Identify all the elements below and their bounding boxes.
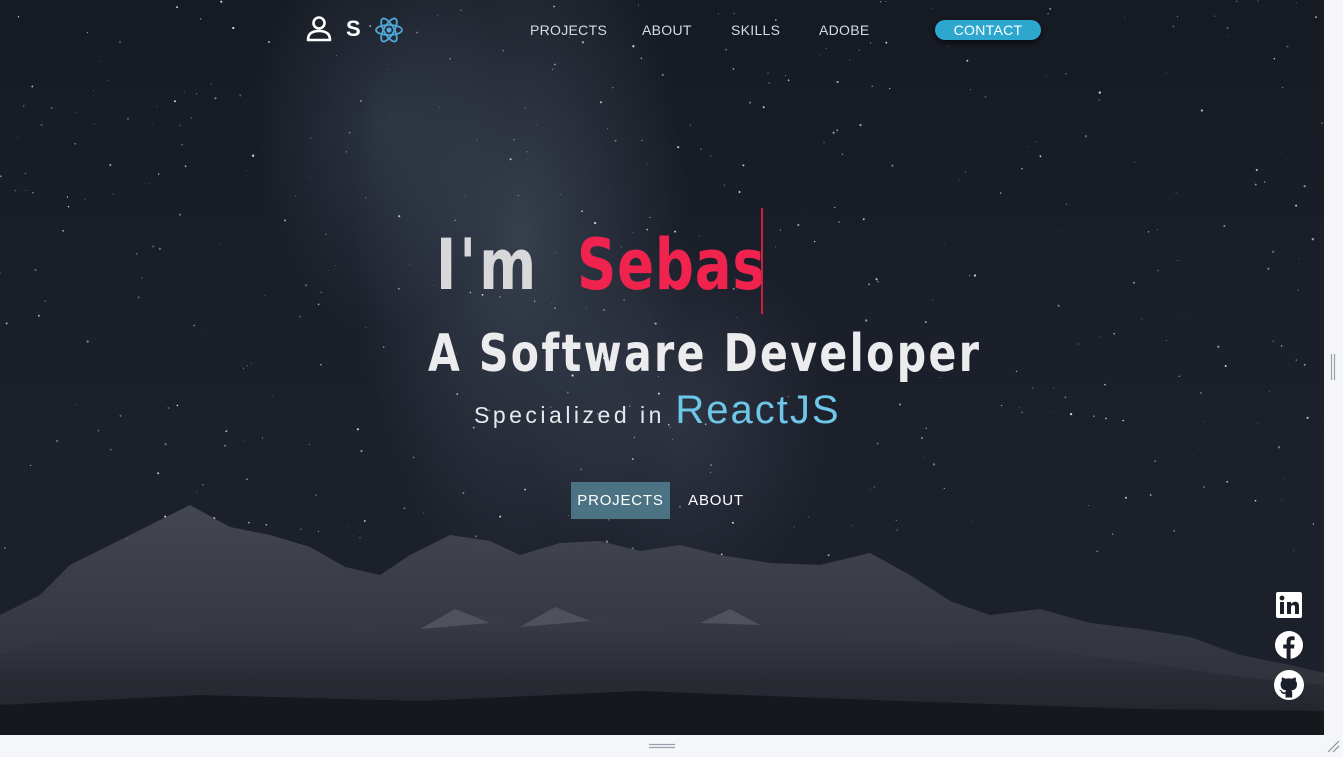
mountain-silhouette <box>0 505 1324 735</box>
hero-projects-button[interactable]: PROJECTS <box>571 482 670 519</box>
hero-greeting: I'm Sebas <box>0 218 1324 308</box>
nav-link-projects[interactable]: PROJECTS <box>530 22 607 38</box>
nav-link-adobe[interactable]: ADOBE <box>819 22 870 38</box>
facebook-icon[interactable] <box>1273 629 1305 661</box>
nav-link-skills[interactable]: SKILLS <box>731 22 780 38</box>
linkedin-icon[interactable] <box>1273 589 1305 621</box>
navbar: S PROJECTS ABOUT SKILLS ADOBE CONTACT <box>0 0 1324 60</box>
hero-intro: I'm <box>436 224 540 306</box>
brand-logo-letter[interactable]: S <box>346 16 361 42</box>
resize-corner-icon[interactable] <box>1326 739 1340 753</box>
scrollbar-grip-icon[interactable] <box>1330 354 1336 380</box>
react-atom-icon <box>375 17 403 43</box>
user-icon[interactable] <box>305 16 333 42</box>
hero-about-button[interactable]: ABOUT <box>680 482 752 519</box>
specialized-label: Specialized in <box>474 402 665 428</box>
hero-section: S PROJECTS ABOUT SKILLS ADOBE CONTACT I'… <box>0 0 1324 735</box>
hero-title: A Software Developer <box>428 324 982 384</box>
contact-button[interactable]: CONTACT <box>935 20 1041 40</box>
nav-link-about[interactable]: ABOUT <box>642 22 692 38</box>
hero-name: Sebas <box>577 224 766 306</box>
hero-specialization: Specialized in ReactJS <box>474 388 841 433</box>
github-icon[interactable] <box>1273 669 1305 701</box>
panel-resize-handle-icon[interactable] <box>649 743 675 749</box>
typing-caret <box>761 208 763 314</box>
tech-label: ReactJS <box>675 388 841 432</box>
